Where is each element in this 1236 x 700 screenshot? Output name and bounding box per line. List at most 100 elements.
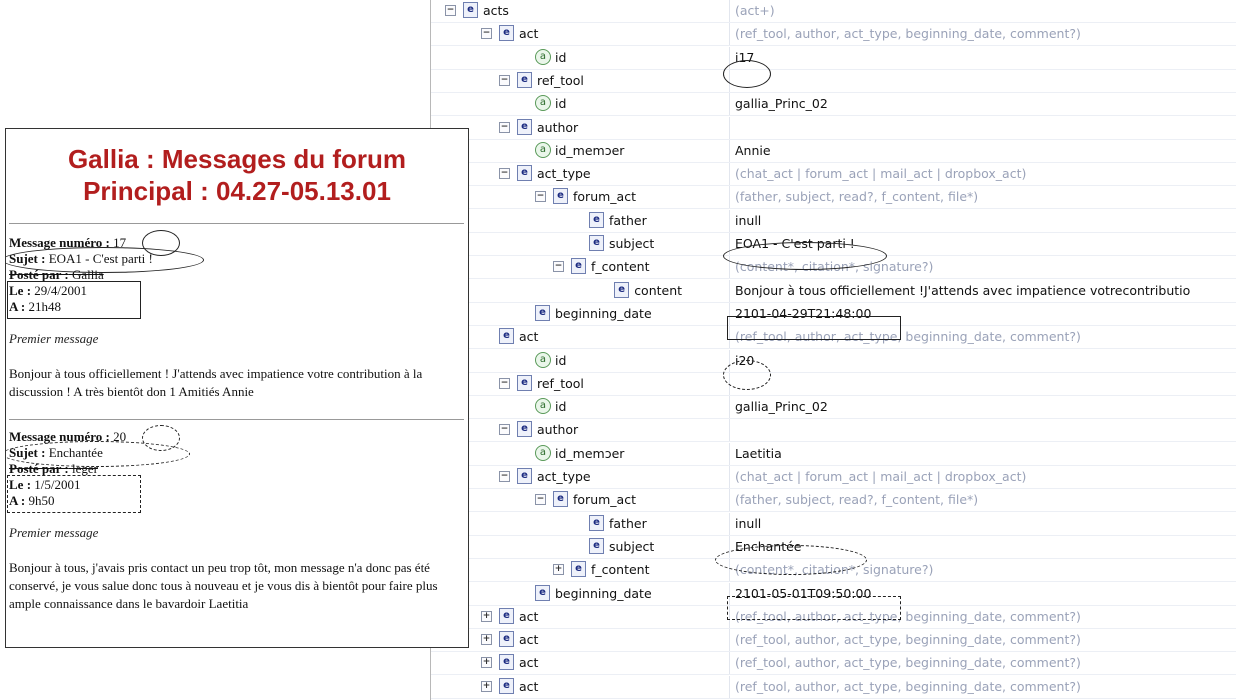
- content-model: (ref_tool, author, act_type, beginning_d…: [735, 608, 1081, 624]
- content-model: (ref_tool, author, act_type, beginning_d…: [735, 329, 1081, 345]
- collapse-toggle[interactable]: −: [553, 261, 564, 273]
- attribute-icon: a: [535, 141, 551, 158]
- node-value: 2101-04-29T21:48:00: [735, 305, 872, 321]
- content-model: (content*, citation*, signature?): [735, 562, 934, 578]
- tree-row[interactable]: − e acts (act+): [431, 0, 1236, 23]
- element-icon: e: [517, 421, 532, 438]
- column-separator: [729, 442, 730, 465]
- column-separator: [729, 419, 730, 442]
- tree-row[interactable]: a id i17: [431, 46, 1236, 70]
- column-separator: [729, 93, 730, 116]
- forum-title-line1: Gallia : Messages du forum: [67, 144, 407, 174]
- attribute-icon: a: [535, 398, 551, 415]
- expand-toggle[interactable]: +: [481, 657, 492, 669]
- tree-row[interactable]: a id gallia_Princ_02: [431, 93, 1236, 117]
- column-separator: [729, 396, 730, 419]
- column-separator: [729, 139, 730, 162]
- expand-toggle[interactable]: +: [481, 610, 492, 622]
- tree-row[interactable]: − e act (ref_tool, author, act_type, beginn…: [431, 23, 1236, 47]
- tree-row[interactable]: + e act (ref_tool, author, act_type, beginn…: [431, 652, 1236, 676]
- forum-page: Gallia : Messages du forum Principal : 0…: [5, 128, 469, 648]
- expand-toggle[interactable]: +: [481, 680, 492, 692]
- column-separator: [729, 279, 730, 302]
- tree-row[interactable]: e subject Enchantée: [431, 535, 1236, 559]
- node-value: i20: [735, 352, 755, 368]
- node-name: act_type: [537, 166, 591, 182]
- collapse-toggle[interactable]: −: [535, 494, 546, 506]
- tree-row[interactable]: a id_memɔer Laetitia: [431, 442, 1236, 466]
- collapse-toggle[interactable]: −: [499, 471, 510, 482]
- node-name: subject: [609, 538, 655, 554]
- column-separator: [729, 0, 730, 22]
- msg1-poste: Posté par : Gallia: [9, 267, 104, 282]
- element-icon: e: [535, 584, 550, 601]
- tree-row[interactable]: − e ref_tool: [431, 69, 1236, 93]
- column-separator: [729, 256, 730, 279]
- column-separator: [729, 605, 730, 628]
- tree-row[interactable]: + e act (ref_tool, author, act_type, beginn…: [431, 675, 1236, 699]
- column-separator: [729, 209, 730, 232]
- node-name: content: [634, 282, 683, 298]
- expand-toggle[interactable]: +: [481, 634, 492, 646]
- attribute-icon: a: [535, 351, 551, 368]
- collapse-toggle[interactable]: −: [499, 424, 510, 436]
- collapse-toggle[interactable]: −: [499, 377, 510, 389]
- element-icon: e: [571, 561, 586, 578]
- content-model: (ref_tool, author, act_type, beginning_d…: [735, 655, 1081, 671]
- tree-row[interactable]: − e author: [431, 116, 1236, 140]
- node-name: ref_tool: [537, 72, 584, 88]
- collapse-toggle[interactable]: −: [535, 191, 546, 203]
- tree-row[interactable]: e beginning_date 2101-04-29T21:48:00: [431, 302, 1236, 326]
- node-name: author: [537, 422, 579, 438]
- xml-tree-view: − e acts (act+) − e act (ref_tool, author, act_…: [430, 0, 1236, 700]
- collapse-toggle[interactable]: −: [445, 5, 456, 16]
- tree-row[interactable]: e father inull: [431, 512, 1236, 536]
- column-separator: [729, 372, 730, 395]
- tree-row[interactable]: e father inull: [431, 209, 1236, 233]
- element-icon: e: [499, 631, 514, 648]
- content-model: (father, subject, read?, f_content, file…: [735, 189, 979, 205]
- tree-row[interactable]: − e act_type (chat_act | forum_act | mail_a…: [431, 466, 1236, 489]
- node-name: act_type: [537, 469, 591, 484]
- tree-row[interactable]: − e forum_act (father, subject, read?, f_co…: [431, 489, 1236, 513]
- collapse-toggle[interactable]: −: [481, 28, 492, 40]
- tree-row[interactable]: − e forum_act (father, subject, read?, f_co…: [431, 186, 1236, 210]
- element-icon: e: [589, 514, 604, 531]
- node-value: Laetitia: [735, 445, 782, 461]
- tree-row[interactable]: − e ref_tool: [431, 372, 1236, 396]
- msg1-a: A : 21h48: [9, 299, 61, 314]
- node-name: act: [519, 655, 539, 671]
- tree-row[interactable]: + e f_content (content*, citation*, signatu…: [431, 559, 1236, 583]
- msg2-body: Bonjour à tous, j'avais pris contact un …: [9, 560, 438, 611]
- node-name: forum_act: [573, 189, 636, 205]
- attribute-icon: a: [535, 95, 551, 112]
- tree-row[interactable]: − e act_type (chat_act | forum_act | mail_a…: [431, 163, 1236, 187]
- tree-row[interactable]: − e f_content (content*, citation*, signatu…: [431, 256, 1236, 280]
- content-model: (act+): [735, 3, 775, 18]
- node-name: id_memɔer: [555, 142, 625, 158]
- attribute-icon: a: [535, 444, 551, 461]
- tree-row[interactable]: + e act (ref_tool, author, act_type, beginn…: [431, 605, 1236, 629]
- tree-row[interactable]: + e act (ref_tool, author, act_type, beginn…: [431, 629, 1236, 653]
- node-name: forum_act: [573, 492, 636, 508]
- element-icon: e: [589, 211, 604, 228]
- collapse-toggle[interactable]: −: [499, 121, 510, 133]
- tree-row[interactable]: e beginning_date 2101-05-01T09:50:00: [431, 582, 1236, 606]
- expand-toggle[interactable]: +: [553, 564, 564, 576]
- tree-row[interactable]: e content Bonjour à tous officiellement !J…: [431, 279, 1236, 303]
- tree-row[interactable]: e act (ref_tool, author, act_type, beginni…: [431, 326, 1236, 350]
- column-separator: [729, 326, 730, 349]
- column-separator: [729, 302, 730, 325]
- tree-row[interactable]: e subject EOA1 - C'est parti !: [431, 233, 1236, 256]
- node-name: act: [519, 678, 539, 694]
- node-name: act: [519, 608, 539, 624]
- collapse-toggle[interactable]: −: [499, 168, 510, 180]
- msg1-kind: Premier message: [9, 331, 99, 346]
- tree-row[interactable]: a id_memɔer Annie: [431, 139, 1236, 163]
- tree-row[interactable]: − e author: [431, 419, 1236, 443]
- tree-row[interactable]: a id i20: [431, 349, 1236, 373]
- content-model: (chat_act | forum_act | mail_act | dropb…: [735, 166, 1027, 182]
- tree-row[interactable]: a id gallia_Princ_02: [431, 396, 1236, 420]
- column-separator: [729, 629, 730, 652]
- collapse-toggle[interactable]: −: [499, 74, 510, 86]
